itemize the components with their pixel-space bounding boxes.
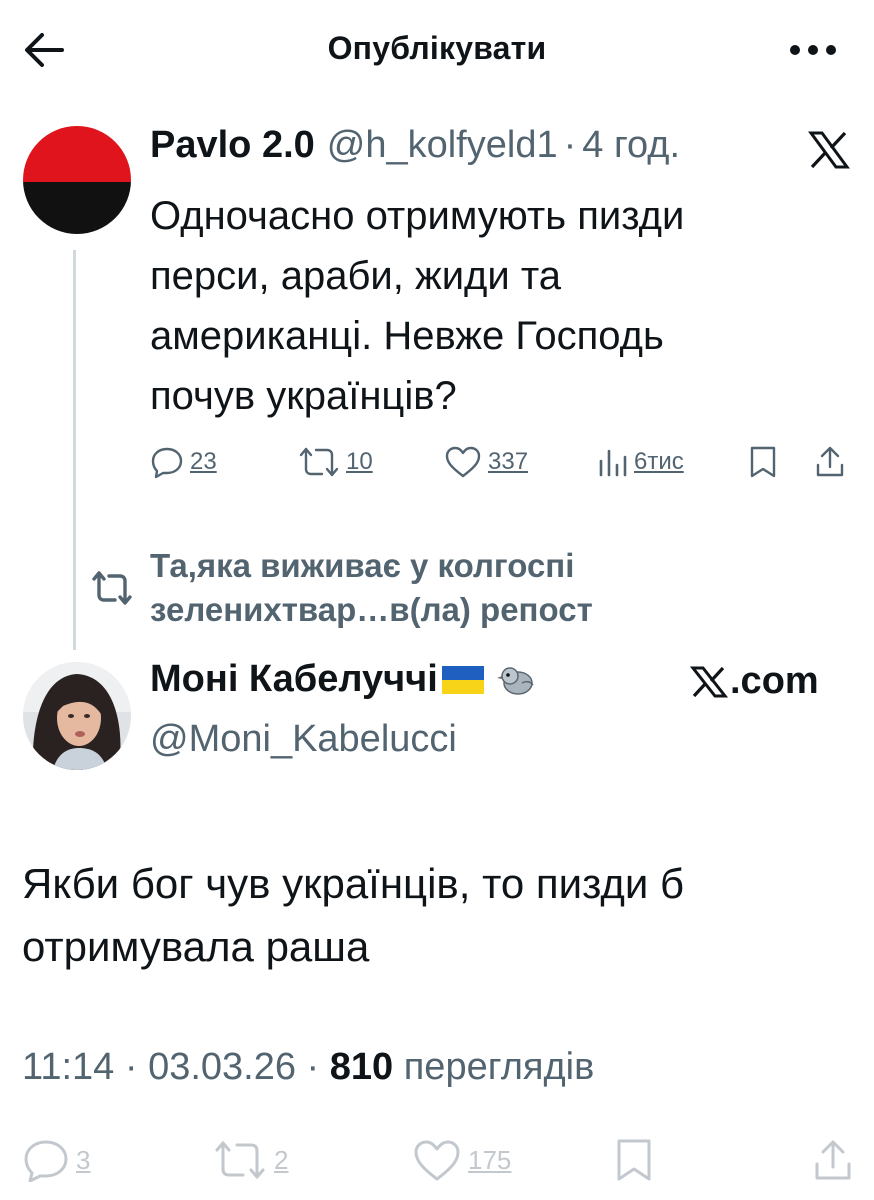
repost-icon — [215, 1141, 265, 1179]
share-icon — [815, 1140, 851, 1180]
thread-connector-line — [73, 250, 76, 650]
like-count: 337 — [488, 448, 529, 475]
tweet-actions: 23 10 337 6тис — [150, 440, 850, 484]
heart-icon — [414, 1140, 460, 1181]
repost-indicator-icon — [90, 568, 134, 608]
ukraine-flag-icon — [441, 665, 484, 694]
more-horizontal-icon — [790, 45, 836, 55]
tweet-text: Одночасно отримують пизди перси, араби, … — [150, 194, 685, 418]
views-button[interactable]: 6тис — [598, 440, 684, 484]
reply-button[interactable]: 23 — [150, 440, 217, 484]
separator-dot: · — [124, 1046, 138, 1088]
tweet-time[interactable]: 11:14 — [22, 1046, 114, 1088]
bookmark-button[interactable] — [748, 440, 778, 484]
bottom-actions: 3 2 175 — [0, 1130, 874, 1190]
top-bar: Опублікувати — [0, 0, 874, 100]
bird-icon — [496, 666, 534, 695]
author-name[interactable]: Pavlo 2.0 — [150, 124, 315, 167]
x-com-label[interactable]: .com — [690, 660, 819, 703]
tweet-date[interactable]: 03.03.26 — [148, 1046, 296, 1088]
avatar[interactable] — [23, 126, 131, 234]
author-name-row: Моні Кабелуччі — [150, 658, 536, 701]
views-count: 810 — [329, 1046, 394, 1088]
bookmark-icon — [750, 446, 776, 478]
repost-count: 2 — [274, 1144, 289, 1175]
views-count: 6тис — [634, 448, 684, 475]
reply-icon — [24, 1140, 68, 1182]
page-title: Опублікувати — [327, 30, 547, 66]
more-button[interactable] — [785, 40, 841, 60]
reply-button[interactable]: 3 — [22, 1130, 90, 1190]
views-label: переглядів — [403, 1046, 595, 1088]
like-button[interactable]: 175 — [412, 1130, 511, 1190]
site-label: .com — [730, 660, 819, 702]
tweet-meta: 11:14 · 03.03.26 · 810 переглядів — [22, 1046, 594, 1089]
tweet-time[interactable]: 4 год. — [582, 124, 680, 167]
author-handle[interactable]: @Moni_Kabelucci — [150, 718, 457, 761]
bookmark-icon — [617, 1139, 651, 1181]
reply-count: 3 — [76, 1144, 91, 1175]
like-count: 175 — [468, 1144, 512, 1175]
repost-icon — [299, 447, 339, 477]
share-button[interactable] — [814, 440, 846, 484]
repost-note[interactable]: Та,яка виживає у колгоспі зеленихтвар…в(… — [150, 544, 830, 632]
avatar[interactable] — [23, 662, 131, 770]
like-button[interactable]: 337 — [444, 440, 528, 484]
share-icon — [816, 446, 844, 477]
repost-button[interactable]: 10 — [298, 440, 373, 484]
heart-icon — [445, 446, 481, 478]
share-button[interactable] — [812, 1130, 854, 1190]
reply-count: 23 — [190, 448, 217, 475]
x-logo-icon — [690, 666, 728, 697]
x-logo-icon — [808, 130, 850, 170]
tweet-header: Pavlo 2.0 @h_kolfyeld1 · 4 год. — [150, 124, 680, 174]
tweet-text: Якби бог чув українців, то пизди б отрим… — [22, 860, 685, 970]
separator-dot: · — [563, 124, 577, 166]
bookmark-button[interactable] — [614, 1130, 654, 1190]
views-chart-icon — [599, 449, 627, 477]
author-handle[interactable]: @h_kolfyeld1 — [327, 124, 558, 167]
reply-icon — [151, 447, 183, 479]
repost-count: 10 — [346, 448, 373, 475]
repost-button[interactable]: 2 — [212, 1130, 288, 1190]
author-name[interactable]: Моні Кабелуччі — [150, 658, 438, 701]
separator-dot: · — [306, 1046, 320, 1088]
